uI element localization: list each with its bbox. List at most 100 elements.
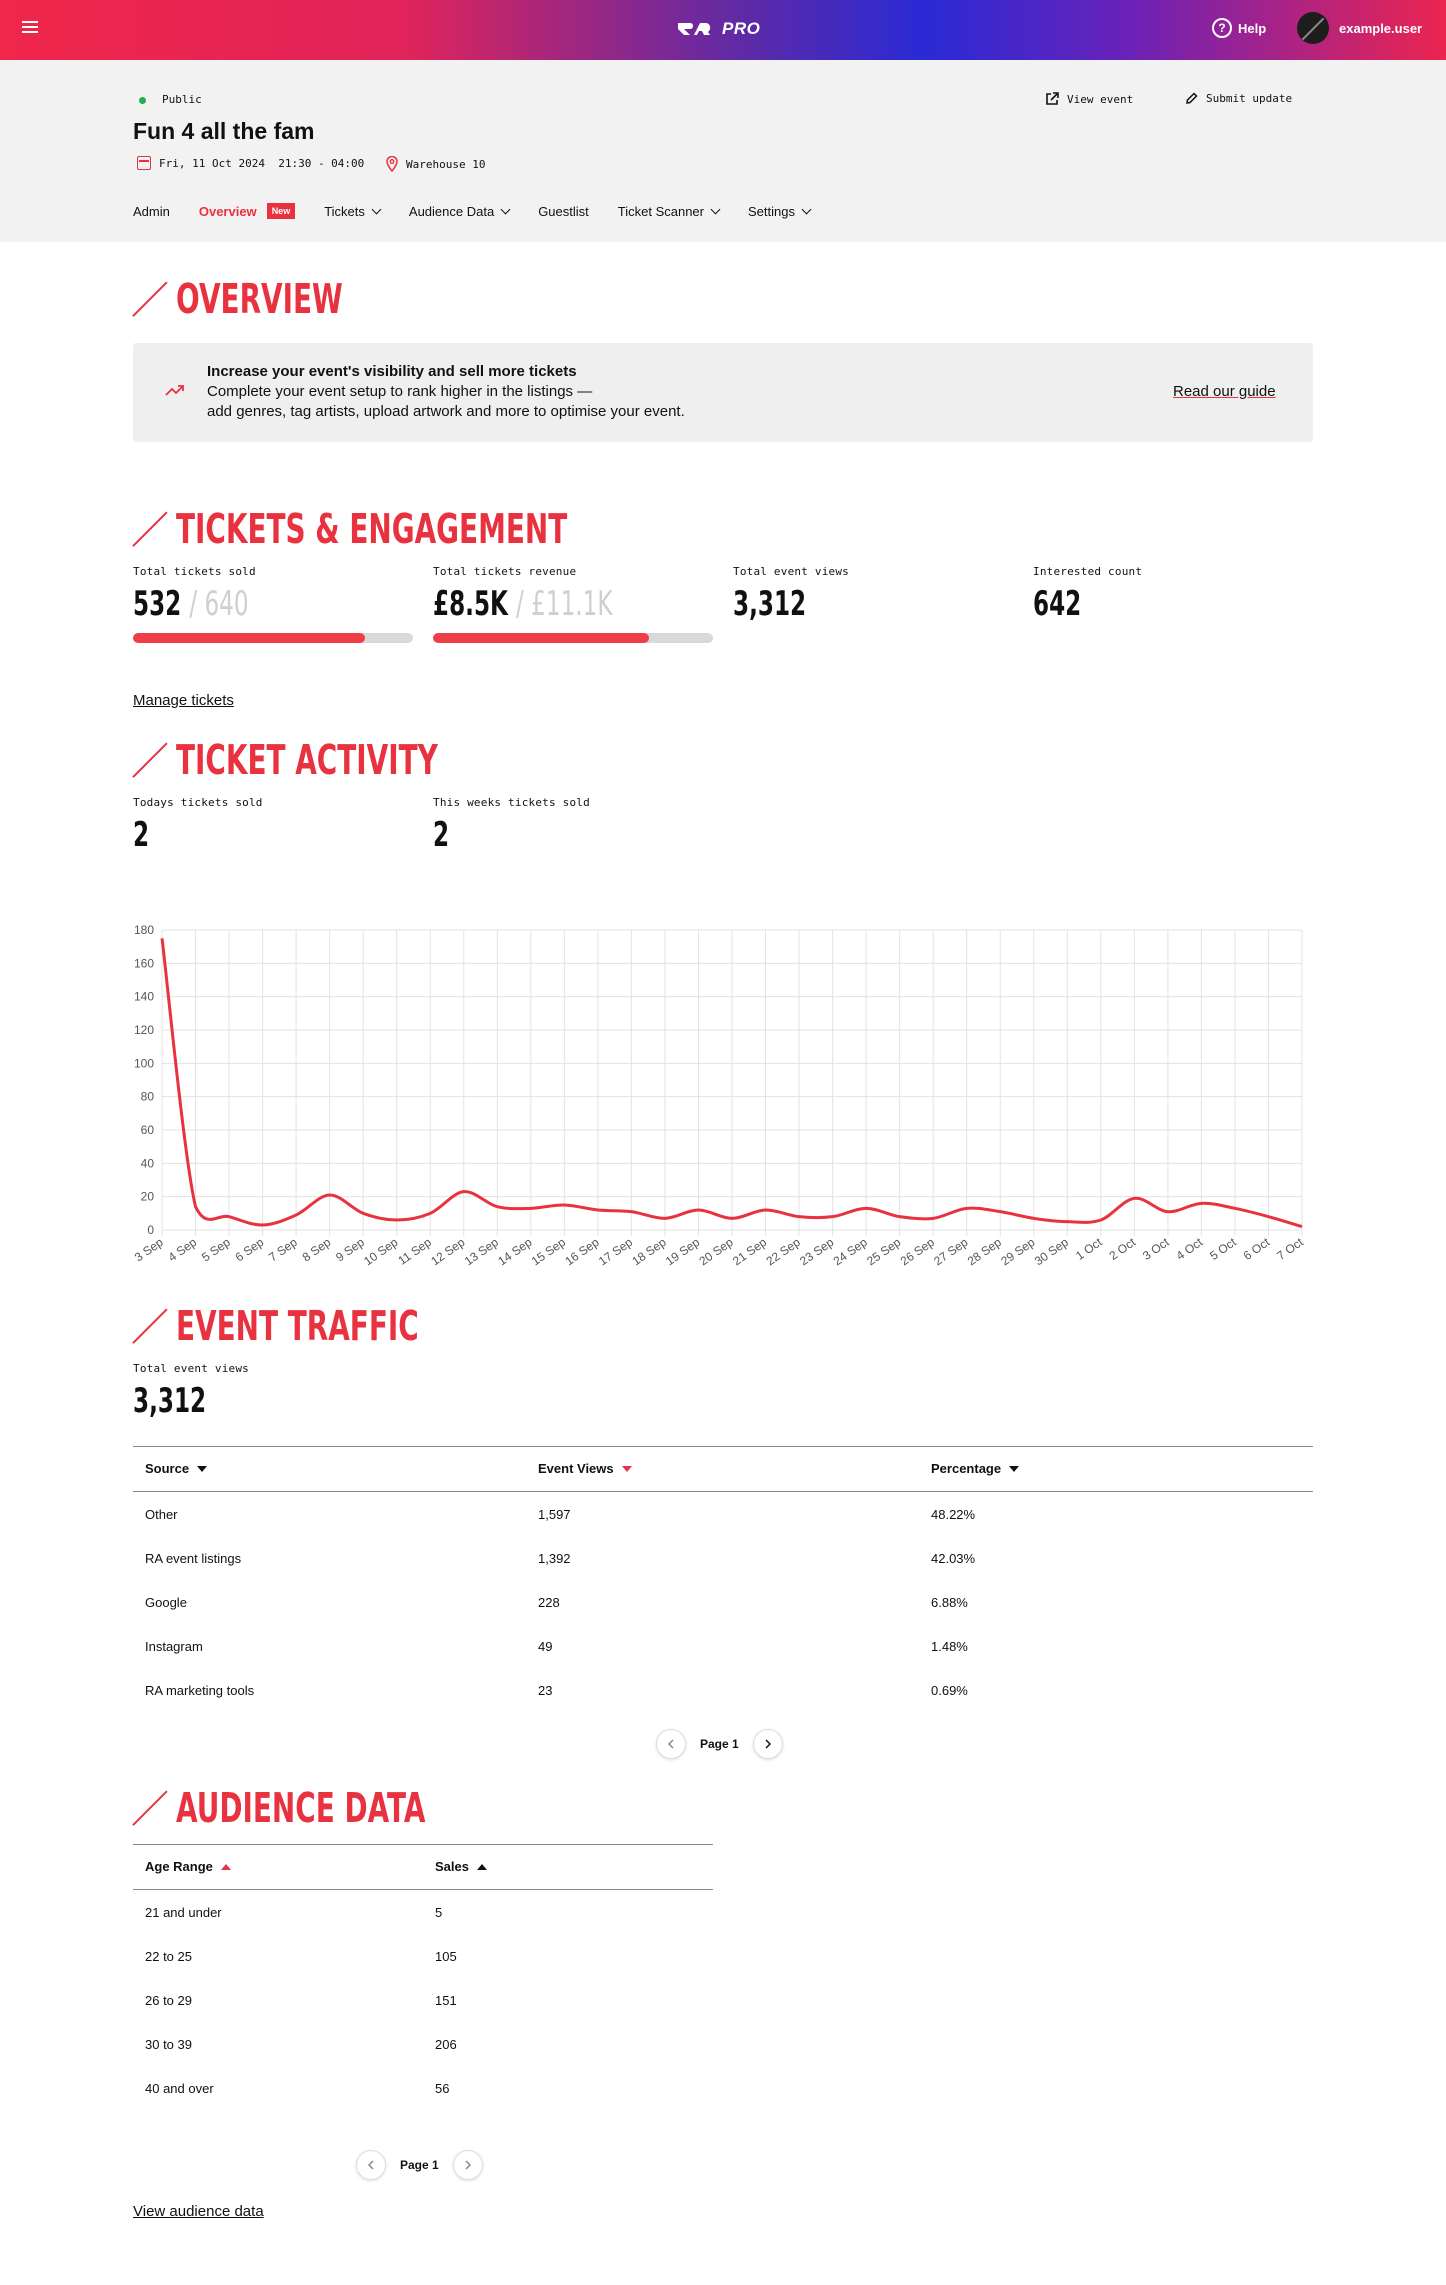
progress-fill	[433, 633, 649, 643]
help-label: Help	[1238, 20, 1267, 36]
table-cell: RA event listings	[145, 1551, 242, 1566]
x-tick-label: 27 Sep	[931, 1235, 970, 1268]
x-tick-label: 20 Sep	[697, 1235, 736, 1268]
help-button[interactable]: ? Help	[1212, 18, 1266, 38]
column-sales[interactable]: Sales	[435, 1859, 487, 1874]
stat-label: Total tickets revenue	[433, 565, 577, 578]
stat-value: 642	[1033, 584, 1082, 624]
help-icon: ?	[1212, 18, 1232, 38]
x-tick-label: 2 Oct	[1107, 1235, 1139, 1263]
table-cell: 56	[435, 2081, 450, 2096]
stat-label: Total event views	[133, 1362, 249, 1375]
next-page-button[interactable]	[452, 2150, 483, 2180]
stat-value: 2	[433, 815, 450, 855]
location-pin-icon	[386, 156, 398, 172]
x-tick-label: 6 Oct	[1241, 1235, 1273, 1263]
x-tick-label: 6 Sep	[233, 1235, 267, 1265]
slash-icon	[132, 1790, 168, 1826]
y-tick-label: 140	[134, 990, 154, 1004]
stat-value: 3,312	[133, 1381, 207, 1421]
x-tick-label: 22 Sep	[764, 1235, 803, 1268]
tab-label: Tickets	[324, 203, 365, 219]
column-age-range[interactable]: Age Range	[145, 1859, 231, 1874]
x-tick-label: 1 Oct	[1073, 1235, 1105, 1263]
submit-update-label: Submit update	[1206, 92, 1293, 105]
tickets-sold-progress	[133, 633, 413, 643]
x-tick-label: 4 Sep	[166, 1235, 200, 1265]
table-cell: 206	[435, 2037, 457, 2052]
x-tick-label: 7 Sep	[266, 1235, 300, 1265]
section-title: EVENT TRAFFIC	[176, 1302, 419, 1350]
y-tick-label: 80	[141, 1090, 155, 1104]
x-tick-label: 15 Sep	[529, 1235, 568, 1268]
stat-value: 2	[133, 815, 150, 855]
x-tick-label: 3 Oct	[1140, 1235, 1172, 1263]
table-cell: 1.48%	[931, 1639, 968, 1654]
stat-label: Total event views	[733, 565, 849, 578]
manage-tickets-link[interactable]: Manage tickets	[133, 692, 234, 709]
tab-admin[interactable]: Admin	[133, 204, 170, 219]
stat-label: Total tickets sold	[133, 565, 256, 578]
interested-stat: Interested count 642	[1033, 565, 1142, 622]
table-cell: 6.88%	[931, 1595, 968, 1610]
sort-up-icon	[220, 1863, 231, 1870]
traffic-views-stat: Total event views 3,312	[133, 1362, 249, 1419]
revenue-total: / £11.1K	[516, 584, 613, 624]
column-label: Event Views	[538, 1461, 614, 1476]
read-guide-link[interactable]: Read our guide	[1173, 383, 1276, 400]
chevron-down-icon	[801, 204, 812, 214]
sort-down-icon	[1009, 1465, 1020, 1472]
x-tick-label: 25 Sep	[864, 1235, 903, 1268]
x-tick-label: 30 Sep	[1032, 1235, 1071, 1268]
tab-overview[interactable]: Overview New	[198, 203, 296, 219]
view-event-button[interactable]: View event	[1045, 92, 1133, 106]
traffic-pagination: Page 1	[656, 1729, 783, 1759]
x-tick-label: 24 Sep	[831, 1235, 870, 1268]
x-tick-label: 5 Sep	[199, 1235, 233, 1265]
prev-page-button[interactable]	[356, 2150, 386, 2180]
user-menu[interactable]: example.user	[1297, 12, 1422, 44]
audience-table-header: Age Range Sales	[133, 1844, 713, 1890]
progress-fill	[133, 633, 366, 643]
submit-update-button[interactable]: Submit update	[1185, 92, 1292, 105]
page-indicator: Page 1	[400, 2158, 439, 2172]
stat-value: 3,312	[733, 584, 807, 624]
section-title: AUDIENCE DATA	[176, 1784, 426, 1832]
y-tick-label: 60	[141, 1123, 155, 1137]
next-page-button[interactable]	[752, 1729, 783, 1759]
revenue-value: £8.5K	[433, 584, 508, 624]
x-tick-label: 16 Sep	[562, 1235, 601, 1268]
banner-title: Increase your event's visibility and sel…	[207, 363, 577, 380]
view-audience-data-link[interactable]: View audience data	[133, 2203, 264, 2220]
ra-pro-logo[interactable]: PRO	[676, 16, 760, 42]
tab-tickets[interactable]: Tickets	[324, 203, 382, 219]
column-label: Sales	[435, 1859, 469, 1874]
hamburger-menu-icon[interactable]	[22, 18, 42, 38]
chevron-right-icon	[765, 1739, 771, 1749]
tab-ticket-scanner[interactable]: Ticket Scanner	[618, 204, 721, 219]
column-source[interactable]: Source	[145, 1461, 208, 1476]
ticket-activity-chart: 0204060801001201401601803 Sep 4 Sep 5 Sep 6…	[132, 923, 1306, 1268]
event-venue-text: Warehouse 10	[406, 157, 486, 171]
prev-page-button[interactable]	[656, 1729, 686, 1759]
table-cell: 228	[538, 1595, 560, 1610]
column-percentage[interactable]: Percentage	[931, 1461, 1020, 1476]
tab-guestlist[interactable]: Guestlist	[538, 204, 589, 219]
table-cell: 48.22%	[931, 1507, 976, 1522]
x-tick-label: 14 Sep	[495, 1235, 534, 1268]
x-tick-label: 12 Sep	[428, 1235, 467, 1268]
x-tick-label: 17 Sep	[596, 1235, 635, 1268]
stat-value: £8.5K / £11.1K	[433, 586, 613, 622]
trending-up-icon	[165, 385, 184, 396]
table-cell: 26 to 29	[145, 1993, 192, 2008]
ra-logo-icon	[678, 23, 711, 35]
audience-data-heading: AUDIENCE DATA	[132, 1784, 543, 1832]
tab-audience-data[interactable]: Audience Data	[409, 204, 511, 219]
page-indicator: Page 1	[700, 1737, 739, 1751]
view-event-label: View event	[1067, 92, 1134, 106]
tab-settings[interactable]: Settings	[748, 204, 812, 219]
tab-label: Overview	[198, 203, 257, 219]
column-event-views[interactable]: Event Views	[538, 1461, 632, 1476]
x-tick-label: 7 Oct	[1274, 1235, 1306, 1263]
x-tick-label: 18 Sep	[629, 1235, 668, 1268]
